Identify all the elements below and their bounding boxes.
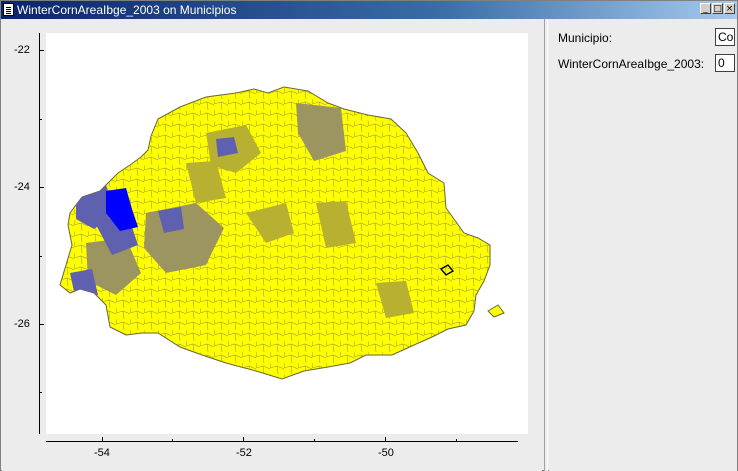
y-tick [39,119,42,120]
x-tick [385,437,386,442]
y-tick [39,392,42,393]
x-tick-label: -52 [236,447,252,459]
x-tick [456,439,457,442]
x-tick-label: -50 [378,447,394,459]
y-tick-label: -24 [14,181,30,193]
choropleth-map[interactable] [46,33,528,434]
y-tick [39,187,44,188]
y-tick-label: -26 [14,318,30,330]
parana-state[interactable] [46,33,528,434]
x-axis [46,441,518,442]
y-tick [39,256,42,257]
map-plot-pane: -22 -24 -26 -54 -52 -50 [2,19,542,471]
close-button[interactable]: × [724,3,735,14]
x-tick [314,439,315,442]
x-tick [172,439,173,442]
municipio-field[interactable]: Co [715,28,735,46]
title-bar[interactable]: WinterCornAreaIbge_2003 on Municipios _ … [1,1,737,19]
municipio-label: Municipio: [558,31,613,45]
pane-splitter[interactable] [544,19,548,471]
window-title: WinterCornAreaIbge_2003 on Municipios [17,3,237,17]
maximize-button[interactable]: □ [712,3,723,14]
y-tick [39,50,44,51]
map-canvas[interactable] [46,33,528,434]
document-icon [3,3,14,16]
wintercorn-label: WinterCornAreaIbge_2003: [558,57,705,71]
x-tick [243,437,244,442]
x-tick-label: -54 [94,447,110,459]
y-tick-label: -22 [14,44,30,56]
minimize-button[interactable]: _ [700,3,711,14]
map-window: WinterCornAreaIbge_2003 on Municipios _ … [0,0,738,471]
x-tick [102,437,103,442]
y-axis [39,33,40,434]
attribute-panel: Municipio: Co WinterCornAreaIbge_2003: 0 [549,19,737,471]
y-tick [39,324,44,325]
wintercorn-field[interactable]: 0 [715,54,735,72]
